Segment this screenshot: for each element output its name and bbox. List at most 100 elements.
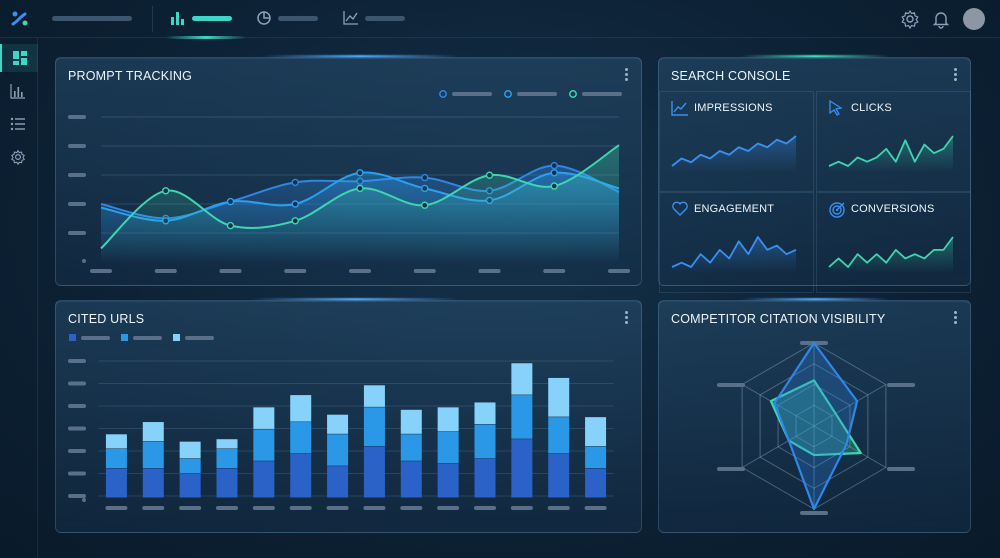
sidebar-item-dashboard[interactable] [0, 44, 38, 72]
data-point [421, 173, 429, 182]
data-point [226, 197, 235, 206]
bar-segment [179, 473, 201, 498]
bar-segment [290, 422, 312, 454]
bar-segment [105, 449, 127, 469]
bell-icon[interactable] [931, 9, 951, 29]
x-tick-label [154, 269, 177, 273]
data-point [485, 171, 494, 179]
metric-clicks[interactable]: CLICKS [816, 91, 971, 192]
divider [152, 6, 153, 32]
metric-engagement[interactable]: ENGAGEMENT [659, 192, 814, 293]
engagement-sparkline [671, 236, 797, 273]
metric-conversions[interactable]: CONVERSIONS [816, 192, 971, 293]
y-tick-label [68, 471, 86, 476]
x-tick-label [543, 269, 566, 273]
dashboard-icon [13, 51, 27, 65]
x-tick-label [474, 506, 496, 510]
user-avatar[interactable] [963, 8, 985, 30]
bar-segment [253, 407, 275, 429]
data-point [291, 217, 299, 225]
bar-segment [400, 434, 422, 461]
data-point [356, 184, 364, 193]
bar-segment [290, 395, 312, 422]
x-tick-label [349, 269, 371, 273]
legend-marker [569, 90, 577, 98]
radar-axis-label [717, 467, 745, 471]
logo-icon [11, 11, 28, 26]
bar-segment [179, 441, 201, 459]
sparkline-area [672, 136, 796, 172]
bar-segment [253, 461, 275, 498]
conversions-sparkline [828, 236, 954, 273]
sidebar-item-analytics[interactable] [0, 77, 38, 105]
metric-impressions[interactable]: IMPRESSIONS [659, 91, 814, 192]
x-tick-label [400, 506, 423, 510]
y-tick-label [68, 144, 86, 148]
nav-tab-line-chart[interactable] [343, 8, 413, 30]
legend-label-placeholder [452, 92, 492, 96]
metric-label: ENGAGEMENT [694, 203, 775, 215]
x-tick-label [105, 506, 128, 510]
nav-tab-pie-chart[interactable] [256, 8, 326, 30]
data-point [550, 169, 558, 177]
legend-swatch [69, 334, 76, 341]
line-trend-icon [671, 101, 688, 116]
data-point [291, 200, 299, 208]
y-tick-label [68, 173, 86, 177]
bar-segment [327, 414, 349, 434]
bar-chart-icon [171, 12, 184, 25]
x-tick-label [142, 506, 165, 510]
y-tick-label [68, 202, 86, 206]
legend-label-placeholder [185, 336, 214, 340]
x-tick-label [219, 269, 242, 273]
data-point [550, 182, 558, 190]
data-point [291, 178, 299, 187]
radar-axis-label [800, 511, 828, 515]
heart-icon [672, 201, 688, 216]
bar-segment [437, 463, 459, 498]
sidebar-item-list[interactable] [0, 110, 38, 138]
bar-segment [363, 407, 385, 447]
cited-urls-bar-chart [68, 334, 614, 510]
bar-segment [327, 434, 349, 466]
active-tab-indicator [166, 36, 246, 39]
bar-segment [548, 377, 570, 417]
bar-segment [511, 439, 533, 498]
cursor-icon [829, 100, 843, 116]
x-tick-label [284, 269, 307, 273]
settings-icon[interactable] [900, 9, 920, 29]
bar-segment [290, 453, 312, 498]
bar-segment [142, 468, 164, 498]
bar-segment [400, 409, 422, 434]
x-tick-label [326, 506, 349, 510]
legend-swatch [173, 334, 180, 341]
data-point [421, 201, 429, 209]
radar-axis-label [887, 383, 915, 387]
bar-chart-icon [10, 84, 25, 99]
bar-segment [585, 446, 607, 469]
bar-segment [585, 417, 607, 447]
data-point [226, 221, 235, 230]
bar-segment [327, 466, 349, 498]
bar-segment [548, 417, 570, 454]
x-tick-label [252, 506, 275, 510]
more-options-icon[interactable] [954, 68, 958, 82]
y-tick-label [68, 231, 86, 235]
y-tick-label [68, 359, 86, 363]
series-area [101, 145, 619, 263]
y-tick-label [68, 404, 86, 408]
y-tick-label [68, 449, 86, 453]
bar-segment [474, 424, 496, 459]
origin-marker [82, 498, 86, 502]
legend-label-placeholder [582, 92, 622, 96]
sidebar-item-settings[interactable] [0, 143, 38, 171]
impressions-sparkline [671, 135, 797, 172]
legend-label-placeholder [81, 336, 110, 340]
bar-segment [548, 453, 570, 498]
bar-segment [142, 441, 164, 469]
data-point [421, 184, 429, 193]
y-tick-label [68, 381, 86, 386]
nav-tab-bar-chart[interactable] [170, 8, 240, 30]
settings-icon [10, 149, 26, 165]
clicks-sparkline [828, 135, 954, 172]
